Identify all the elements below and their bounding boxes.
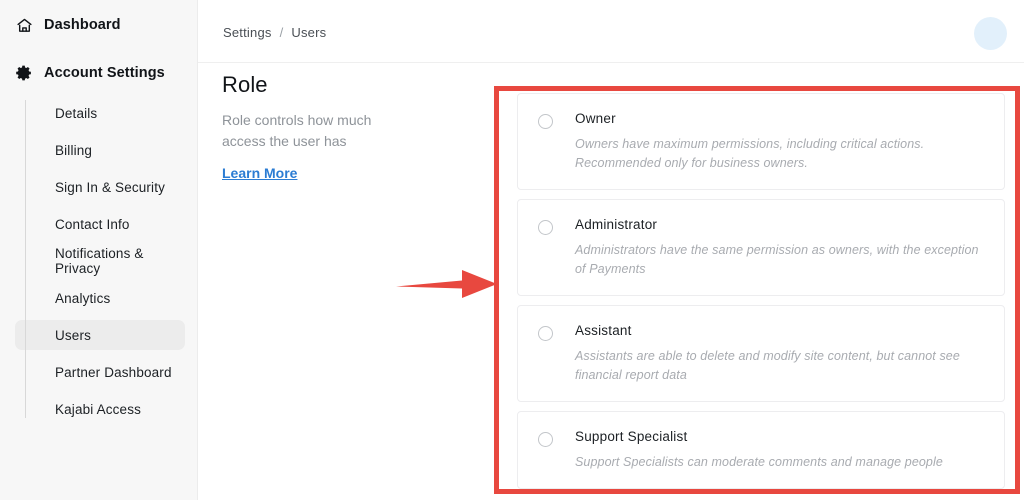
sidebar-item-label: Kajabi Access: [55, 401, 141, 417]
sidebar-item-label: Contact Info: [55, 216, 130, 232]
role-option-assistant[interactable]: Assistant Assistants are able to delete …: [517, 305, 1005, 402]
role-option-label: Assistant: [575, 323, 632, 338]
sidebar-item-analytics[interactable]: Analytics: [15, 283, 185, 313]
top-bar: Settings / Users: [198, 0, 1024, 63]
breadcrumb-current[interactable]: Users: [291, 25, 326, 40]
sidebar-item-billing[interactable]: Billing: [15, 135, 185, 165]
sidebar-item-notifications-privacy[interactable]: Notifications & Privacy: [15, 246, 185, 276]
role-option-label: Owner: [575, 111, 616, 126]
radio-button-icon[interactable]: [538, 326, 553, 341]
role-options-list: Owner Owners have maximum permissions, i…: [517, 93, 1005, 498]
sidebar: Dashboard Account Settings Details Billi…: [0, 0, 198, 500]
sidebar-item-label: Details: [55, 105, 98, 121]
sidebar-item-label: Billing: [55, 142, 93, 158]
page-title: Role: [222, 72, 268, 97]
sidebar-item-account-settings[interactable]: Account Settings: [0, 56, 197, 90]
role-info-panel: Role Role controls how much access the u…: [222, 72, 447, 183]
role-option-support-specialist[interactable]: Support Specialist Support Specialists c…: [517, 411, 1005, 489]
role-option-label: Support Specialist: [575, 429, 688, 444]
role-option-label: Administrator: [575, 217, 658, 232]
sidebar-item-users[interactable]: Users: [15, 320, 185, 350]
sidebar-submenu: Details Billing Sign In & Security Conta…: [0, 98, 197, 424]
role-description: Role controls how much access the user h…: [222, 112, 372, 149]
sidebar-item-contact-info[interactable]: Contact Info: [15, 209, 185, 239]
avatar[interactable]: [974, 17, 1007, 50]
learn-more-link[interactable]: Learn More: [222, 165, 297, 181]
sidebar-item-label: Analytics: [55, 290, 111, 306]
role-option-owner[interactable]: Owner Owners have maximum permissions, i…: [517, 93, 1005, 190]
sidebar-item-label: Dashboard: [44, 17, 121, 33]
role-option-description: Assistants are able to delete and modify…: [575, 349, 960, 382]
sidebar-item-sign-in-security[interactable]: Sign In & Security: [15, 172, 185, 202]
radio-button-icon[interactable]: [538, 114, 553, 129]
sidebar-item-label: Notifications & Privacy: [55, 246, 144, 276]
breadcrumb-parent[interactable]: Settings: [223, 25, 272, 40]
breadcrumb-separator: /: [279, 25, 284, 40]
sidebar-item-label: Sign In & Security: [55, 179, 166, 195]
sidebar-item-label: Users: [55, 327, 92, 343]
sidebar-item-partner-dashboard[interactable]: Partner Dashboard: [15, 357, 185, 387]
sidebar-item-label: Account Settings: [44, 65, 165, 81]
role-option-description: Owners have maximum permissions, includi…: [575, 137, 925, 170]
role-option-description: Administrators have the same permission …: [575, 243, 979, 276]
role-option-description: Support Specialists can moderate comment…: [575, 455, 943, 469]
role-option-administrator[interactable]: Administrator Administrators have the sa…: [517, 199, 1005, 296]
sidebar-item-kajabi-access[interactable]: Kajabi Access: [15, 394, 185, 424]
home-icon: [15, 16, 33, 34]
sidebar-item-details[interactable]: Details: [15, 98, 185, 128]
gear-icon: [15, 64, 33, 82]
radio-button-icon[interactable]: [538, 220, 553, 235]
radio-button-icon[interactable]: [538, 432, 553, 447]
sidebar-item-dashboard[interactable]: Dashboard: [0, 8, 197, 42]
arrow-right-icon: [396, 270, 497, 298]
sidebar-item-label: Partner Dashboard: [55, 364, 172, 380]
breadcrumb: Settings / Users: [223, 25, 326, 40]
